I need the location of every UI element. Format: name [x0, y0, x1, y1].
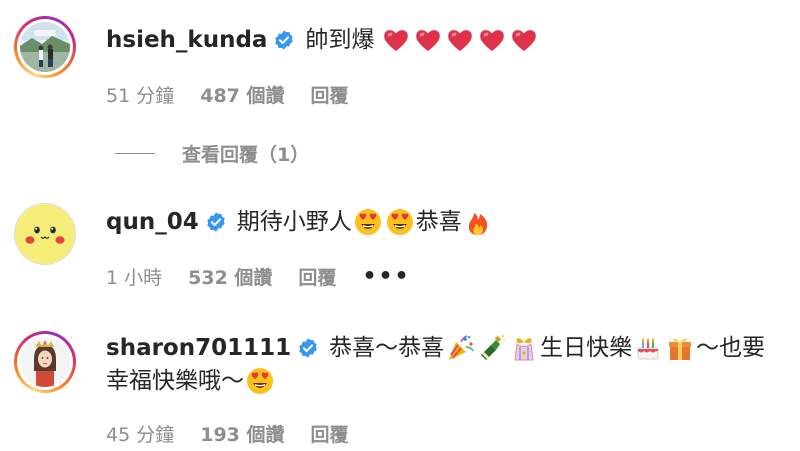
red-heart-icon: [509, 25, 539, 55]
heart-eyes-face-icon: [245, 366, 275, 396]
fire-icon: [463, 207, 493, 237]
comment-text: 恭喜～恭喜: [329, 335, 445, 361]
comment-text: 帥到爆: [305, 27, 375, 53]
wrapped-gift-ribbon-icon: [509, 333, 539, 363]
comment-text: 期待小野人: [236, 209, 352, 235]
comment-text: ～也要: [696, 335, 766, 361]
comment-text: 恭喜: [415, 209, 462, 235]
comment-2-meta: 1 小時 532 個讚 回覆 •••: [106, 263, 437, 290]
more-options-icon[interactable]: •••: [362, 264, 410, 289]
reply-button[interactable]: 回覆: [311, 81, 349, 108]
comment-username[interactable]: hsieh_kunda: [106, 25, 267, 55]
comment-timestamp[interactable]: 1 小時: [106, 263, 162, 290]
comment-timestamp[interactable]: 51 分鐘: [106, 81, 174, 108]
champagne-bottle-icon: [477, 333, 507, 363]
birthday-cake-icon: [633, 333, 663, 363]
red-heart-icon: [413, 25, 443, 55]
reply-button[interactable]: 回覆: [311, 420, 349, 447]
verified-badge-icon: [299, 338, 317, 358]
pikachu-avatar-icon: [15, 204, 75, 264]
verified-badge-icon: [207, 212, 225, 232]
comment-1-body: hsieh_kunda 帥到爆: [106, 25, 540, 55]
comment-likes[interactable]: 532 個讚: [188, 263, 272, 290]
heart-eyes-face-icon: [353, 207, 383, 237]
avatar-sharon701111[interactable]: [14, 331, 76, 393]
verified-badge-icon: [275, 30, 294, 50]
comment-1-meta: 51 分鐘 487 個讚 回覆: [106, 81, 375, 108]
travel-photo-avatar-icon: [20, 22, 70, 72]
red-heart-icon: [445, 25, 475, 55]
comment-2-body: qun_04 期待小野人 恭喜: [106, 207, 494, 237]
avatar-hsieh-kunda[interactable]: [14, 16, 76, 78]
comment-3-body: sharon701111 恭喜～恭喜 生日快樂 ～也要: [106, 333, 765, 363]
avatar-qun-04[interactable]: [14, 203, 76, 265]
comment-likes[interactable]: 487 個讚: [200, 81, 284, 108]
comment-text: 生日快樂: [540, 335, 633, 361]
crowned-woman-avatar-icon: [20, 337, 70, 387]
red-heart-icon: [381, 25, 411, 55]
comment-3-meta: 45 分鐘 193 個讚 回覆: [106, 420, 375, 447]
reply-button[interactable]: 回覆: [298, 263, 336, 290]
red-heart-icon: [477, 25, 507, 55]
view-replies-label: 查看回覆（1）: [182, 144, 310, 166]
party-popper-icon: [445, 333, 475, 363]
comment-3-body-continued: 幸福快樂哦～: [106, 366, 276, 396]
comment-username[interactable]: qun_04: [106, 207, 199, 237]
comment-likes[interactable]: 193 個讚: [200, 420, 284, 447]
view-replies-button[interactable]: 查看回覆（1）: [115, 140, 309, 167]
comment-text: 幸福快樂哦～: [106, 368, 244, 394]
comment-username[interactable]: sharon701111: [106, 333, 291, 363]
heart-eyes-face-icon: [385, 207, 415, 237]
replies-divider-line: [115, 153, 155, 154]
comment-timestamp[interactable]: 45 分鐘: [106, 420, 174, 447]
gift-box-icon: [665, 333, 695, 363]
